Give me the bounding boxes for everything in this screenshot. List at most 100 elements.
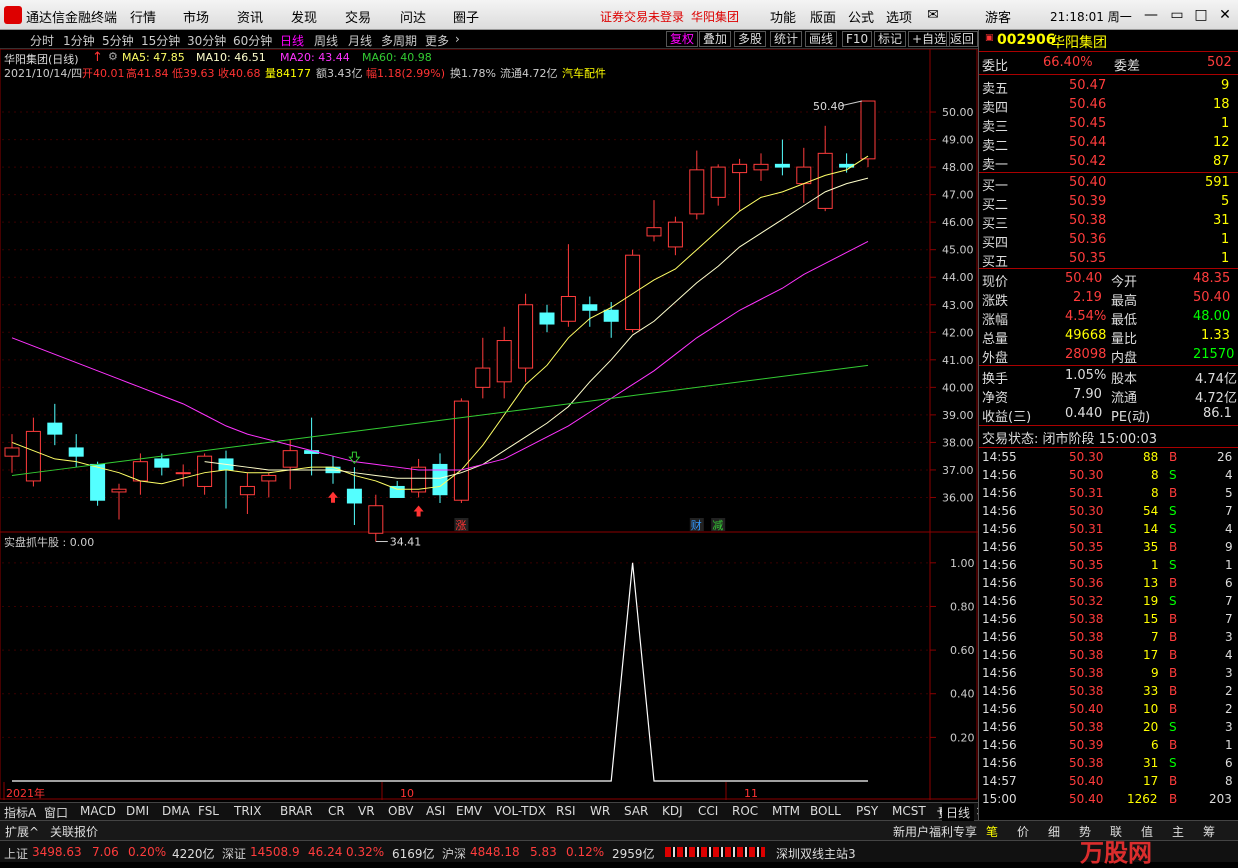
tool-tongji[interactable]: 统计	[770, 31, 803, 47]
quote-tab-2[interactable]: 细	[1048, 823, 1060, 840]
tool-zixuan[interactable]: +自选	[908, 31, 951, 47]
indicator-tab-asi[interactable]: ASI	[426, 804, 445, 818]
menu-faxian[interactable]: 发现	[291, 7, 317, 26]
menu-jiaoyi[interactable]: 交易	[345, 7, 371, 26]
candle[interactable]	[774, 139, 790, 176]
indicator-tab-boll[interactable]: BOLL	[810, 804, 841, 818]
stock-link[interactable]: 华阳集团	[691, 8, 739, 25]
buy-price[interactable]: 50.40	[1069, 175, 1106, 190]
event-tag[interactable]: 财	[691, 518, 702, 532]
quote-tab-0[interactable]: 笔	[986, 823, 998, 840]
period-week[interactable]: 周线	[314, 32, 338, 49]
candle[interactable]	[518, 293, 534, 382]
login-warning[interactable]: 证券交易未登录	[600, 8, 684, 25]
period-60min[interactable]: 60分钟	[233, 32, 272, 49]
indicator-tab-brar[interactable]: BRAR	[280, 804, 313, 818]
tool-biaoji[interactable]: 标记	[874, 31, 907, 47]
candle[interactable]	[47, 403, 63, 446]
candle[interactable]	[753, 153, 769, 181]
indicator-tab-trix[interactable]: TRIX	[234, 804, 261, 818]
candle[interactable]	[175, 464, 191, 487]
indicator-tab-rsi[interactable]: RSI	[556, 804, 576, 818]
tool-fanhui[interactable]: 返回	[946, 31, 978, 47]
tool-f10[interactable]: F10	[842, 31, 873, 47]
indicator-tab-psy[interactable]: PSY	[856, 804, 878, 818]
candle[interactable]	[860, 100, 876, 168]
settings-icon[interactable]: ⚙	[108, 50, 118, 63]
candle[interactable]	[218, 450, 234, 509]
period-day[interactable]: 日线	[280, 32, 304, 49]
menu-shichang[interactable]: 市场	[183, 7, 209, 26]
mail-icon[interactable]: ✉	[922, 4, 944, 26]
menu-zixun[interactable]: 资讯	[237, 7, 263, 26]
period-1min[interactable]: 1分钟	[63, 32, 95, 49]
restore-icon[interactable]: ▭	[1166, 4, 1188, 26]
sell-price[interactable]: 50.42	[1069, 154, 1106, 169]
user-label[interactable]: 游客	[985, 7, 1011, 26]
indicator-tab-kdj[interactable]: KDJ	[662, 804, 683, 818]
server-name[interactable]: 深圳双线主站3	[776, 845, 856, 862]
indicator-tab-sar[interactable]: SAR	[624, 804, 648, 818]
candle[interactable]	[582, 296, 598, 327]
indicator-tab-mcst[interactable]: MCST	[892, 804, 926, 818]
indicator-tab-wr[interactable]: WR	[590, 804, 610, 818]
indicator-tab-cci[interactable]: CCI	[698, 804, 718, 818]
period-multi[interactable]: 多周期	[381, 32, 417, 49]
candle[interactable]	[368, 494, 384, 542]
event-tag[interactable]: 减	[712, 519, 723, 532]
buy-price[interactable]: 50.36	[1069, 232, 1106, 247]
candle[interactable]	[111, 483, 127, 520]
quote-tab-7[interactable]: 筹	[1203, 823, 1215, 840]
close-icon[interactable]: ✕	[1214, 4, 1236, 26]
candle[interactable]	[4, 434, 20, 473]
indicator-tab-指标a[interactable]: 指标A	[4, 804, 36, 821]
candle[interactable]	[539, 304, 555, 333]
menu-gongneng[interactable]: 功能	[770, 7, 796, 26]
tool-diejia[interactable]: 叠加	[699, 31, 732, 47]
candle[interactable]	[689, 150, 705, 220]
menu-hangqing[interactable]: 行情	[130, 7, 156, 26]
period-30min[interactable]: 30分钟	[187, 32, 226, 49]
candle[interactable]	[646, 200, 662, 242]
candle[interactable]	[453, 398, 469, 503]
candle[interactable]	[261, 472, 277, 498]
buy-price[interactable]: 50.38	[1069, 213, 1106, 228]
quote-tab-6[interactable]: 主	[1172, 823, 1184, 840]
sell-price[interactable]: 50.46	[1069, 97, 1106, 112]
event-tag[interactable]: 涨	[455, 519, 466, 532]
indicator-tab-obv[interactable]: OBV	[388, 804, 414, 818]
candle[interactable]	[496, 326, 512, 399]
quote-tab-1[interactable]: 价	[1017, 823, 1029, 840]
menu-banmian[interactable]: 版面	[810, 7, 836, 26]
indicator-tab-roc[interactable]: ROC	[732, 804, 758, 818]
buy-price[interactable]: 50.39	[1069, 194, 1106, 209]
more-arrow-icon[interactable]: ›	[455, 32, 460, 46]
period-fenshi[interactable]: 分时	[30, 32, 54, 49]
candle[interactable]	[239, 472, 255, 514]
indicator-tab-vol-tdx[interactable]: VOL-TDX	[494, 804, 546, 818]
new-user-welfare[interactable]: 新用户福利专享	[893, 823, 977, 840]
candle[interactable]	[560, 244, 576, 327]
indicator-tab-macd[interactable]: MACD	[80, 804, 116, 818]
menu-wenda[interactable]: 问达	[400, 7, 426, 26]
candle[interactable]	[732, 158, 748, 212]
menu-quanzi[interactable]: 圈子	[453, 7, 479, 26]
sell-price[interactable]: 50.47	[1069, 78, 1106, 93]
buy-price[interactable]: 50.35	[1069, 251, 1106, 266]
sell-price[interactable]: 50.44	[1069, 135, 1106, 150]
indicator-tab-dma[interactable]: DMA	[162, 804, 190, 818]
indicator-tab-vr[interactable]: VR	[358, 804, 375, 818]
kline-chart-svg[interactable]: 50.00 49.00 48.00 47.00 46.00 45.00 44.00 43.00…	[0, 49, 978, 800]
period-more[interactable]: 更多	[425, 32, 449, 49]
candle[interactable]	[282, 439, 298, 490]
menu-gongshi[interactable]: 公式	[848, 7, 874, 26]
menu-xuanxiang[interactable]: 选项	[886, 7, 912, 26]
tool-duogu[interactable]: 多股	[734, 31, 767, 47]
indicator-tab-窗口[interactable]: 窗口	[44, 804, 68, 821]
indicator-tab-mtm[interactable]: MTM	[772, 804, 800, 818]
minimize-icon[interactable]: —	[1140, 4, 1162, 26]
maximize-icon[interactable]: □	[1190, 4, 1212, 26]
period-month[interactable]: 月线	[348, 32, 372, 49]
sell-price[interactable]: 50.45	[1069, 116, 1106, 131]
indicator-tab-fsl[interactable]: FSL	[198, 804, 219, 818]
